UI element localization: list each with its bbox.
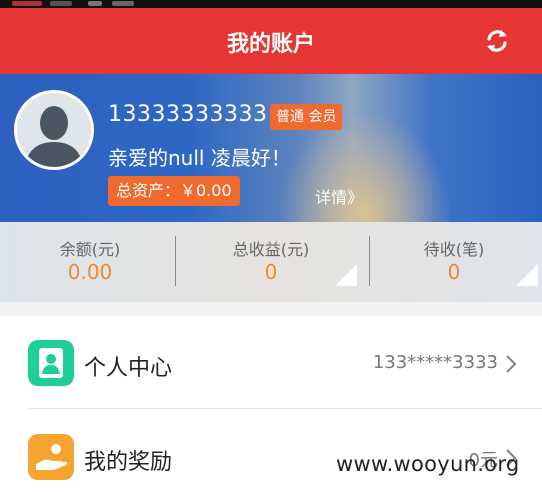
stat-label: 余额(元) <box>59 240 121 259</box>
default-avatar-icon <box>17 93 91 167</box>
stats-panel: 余额(元) 0.00 总收益(元) 0 待收(笔) 0 <box>0 222 542 302</box>
avatar[interactable] <box>14 90 94 170</box>
greeting-text: 亲爱的null 凌晨好！ <box>108 146 291 170</box>
menu-item-label: 我的奖励 <box>84 450 173 475</box>
stat-label: 待收(笔) <box>423 240 485 259</box>
reward-hand-icon <box>28 434 74 480</box>
menu-item-personal-center[interactable]: 个人中心 133*****3333 <box>14 316 542 409</box>
stat-balance[interactable]: 余额(元) 0.00 <box>0 222 180 302</box>
stat-total-earnings[interactable]: 总收益(元) 0 <box>181 222 361 302</box>
menu-item-my-rewards[interactable]: 我的奖励 0元 <box>14 410 530 492</box>
app-header: 我的账户 <box>0 8 542 74</box>
person-icon <box>28 340 74 386</box>
details-link[interactable]: 详情》 <box>315 184 363 208</box>
stat-divider <box>175 236 176 286</box>
chevron-right-icon <box>506 355 517 373</box>
account-banner: 13333333333 普通 会员 亲爱的null 凌晨好！ 总资产：￥0.00… <box>0 74 542 222</box>
stat-value: 0 <box>264 260 278 284</box>
member-level-badge: 普通 会员 <box>270 104 343 130</box>
menu-item-value: 133*****3333 <box>372 352 498 373</box>
status-bar <box>0 0 542 8</box>
menu-item-label: 个人中心 <box>84 356 173 381</box>
refresh-icon <box>487 30 507 52</box>
row-divider <box>28 408 542 409</box>
refresh-button[interactable] <box>482 26 512 56</box>
corner-arrow-icon <box>516 264 538 286</box>
user-phone: 13333333333 <box>108 102 268 127</box>
corner-arrow-icon <box>335 264 357 286</box>
total-assets-badge: 总资产：￥0.00 <box>108 176 240 206</box>
stat-pending[interactable]: 待收(笔) 0 <box>366 222 542 302</box>
page-title: 我的账户 <box>226 32 315 57</box>
watermark: www.wooyun.org <box>336 452 520 476</box>
stat-value: 0.00 <box>67 260 113 284</box>
stat-label: 总收益(元) <box>232 240 310 259</box>
